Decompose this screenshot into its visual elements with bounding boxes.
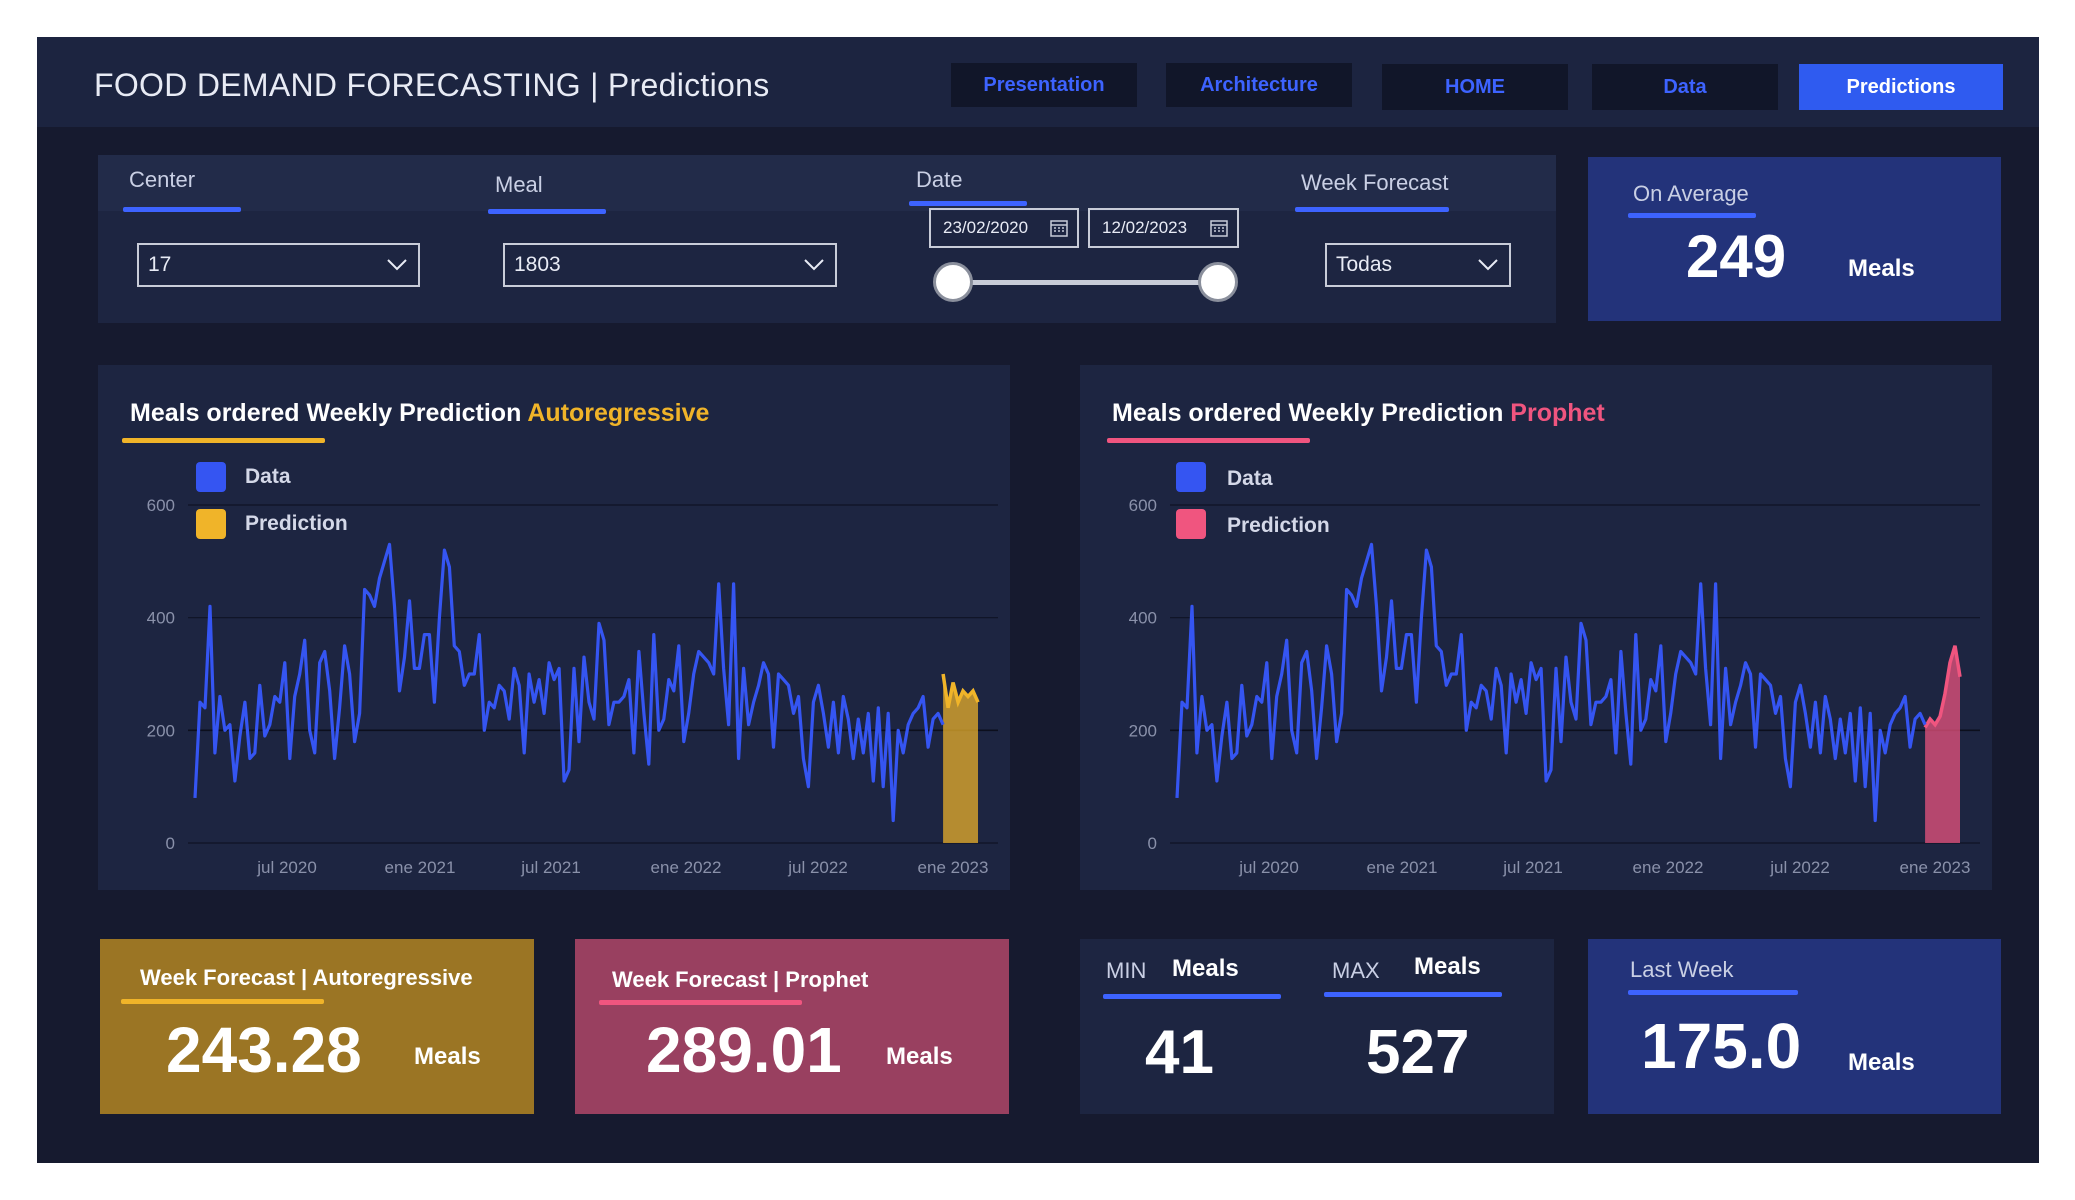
- y-tick-label: 600: [147, 496, 175, 515]
- center-select[interactable]: 17: [137, 243, 420, 287]
- meal-select-value: 1803: [514, 253, 561, 276]
- meal-filter-label: Meal: [495, 172, 543, 197]
- week-forecast-prophet-unit: Meals: [886, 1043, 953, 1070]
- x-tick-label: jul 2020: [256, 858, 317, 877]
- center-select-value: 17: [148, 253, 172, 276]
- end-date-value: 12/02/2023: [1102, 218, 1188, 237]
- week-forecast-ar-value: 243.28: [166, 1014, 362, 1086]
- x-tick-label: ene 2023: [1900, 858, 1971, 877]
- min-value: 41: [1145, 1018, 1214, 1087]
- y-tick-label: 400: [147, 609, 175, 628]
- center-underline: [123, 207, 241, 212]
- on-average-card: On Average 249 Meals: [1588, 157, 2001, 321]
- prophet-chart-panel: Meals ordered Weekly Prediction Prophet …: [1080, 365, 1992, 890]
- y-tick-label: 400: [1129, 609, 1157, 628]
- calendar-icon: [1210, 220, 1228, 237]
- last-week-unit: Meals: [1848, 1049, 1915, 1076]
- start-date-input[interactable]: 23/02/2020: [929, 208, 1079, 248]
- chevron-down-icon: [804, 259, 824, 271]
- week-forecast-filter-label: Week Forecast: [1301, 170, 1449, 195]
- header-bar: FOOD DEMAND FORECASTING | Predictions Pr…: [37, 37, 2039, 127]
- week-forecast-prophet-value: 289.01: [646, 1014, 842, 1086]
- on-average-label: On Average: [1633, 181, 1749, 206]
- max-value: 527: [1366, 1018, 1470, 1087]
- min-underline: [1103, 994, 1281, 999]
- nav-data-button[interactable]: Data: [1592, 64, 1778, 110]
- nav-predictions-button[interactable]: Predictions: [1799, 64, 2003, 110]
- max-underline: [1324, 992, 1502, 997]
- data-line: [1175, 542, 1927, 823]
- autoregressive-chart-panel: Meals ordered Weekly Prediction Autoregr…: [98, 365, 1010, 890]
- ar-line-chart: 0 200 400 600 jul 2020 ene 2021 jul 2021 ene 20…: [147, 496, 998, 890]
- x-tick-label: ene 2021: [1367, 858, 1438, 877]
- max-label: MAX: [1332, 958, 1380, 983]
- date-filter-label: Date: [916, 167, 963, 192]
- week-forecast-underline: [1295, 207, 1449, 212]
- chevron-down-icon: [387, 259, 407, 271]
- last-week-value: 175.0: [1641, 1010, 1802, 1082]
- x-tick-label: jul 2021: [520, 858, 581, 877]
- prophet-line-chart: 0 200 400 600 jul 2020 ene 2021 jul 2021 ene 20…: [1129, 496, 1980, 890]
- date-range-start-handle[interactable]: [933, 262, 973, 302]
- x-tick-label: ene 2023: [918, 858, 989, 877]
- on-average-underline: [1628, 213, 1756, 218]
- week-forecast-prophet-title: Week Forecast | Prophet: [612, 967, 869, 992]
- date-range-slider-track[interactable]: [955, 280, 1220, 285]
- x-tick-label: ene 2021: [385, 858, 456, 877]
- y-tick-label: 200: [1129, 721, 1157, 740]
- week-forecast-prophet-card: Week Forecast | Prophet 289.01 Meals: [575, 939, 1009, 1114]
- week-forecast-prophet-underline: [599, 1000, 802, 1005]
- y-tick-label: 200: [147, 721, 175, 740]
- min-label: MIN: [1106, 958, 1147, 983]
- date-range-end-handle[interactable]: [1198, 262, 1238, 302]
- on-average-unit: Meals: [1848, 255, 1915, 282]
- week-forecast-select[interactable]: Todas: [1325, 243, 1511, 287]
- nav-architecture-button[interactable]: Architecture: [1166, 63, 1352, 107]
- dashboard-frame: FOOD DEMAND FORECASTING | Predictions Pr…: [37, 37, 2039, 1163]
- y-tick-label: 0: [1148, 834, 1157, 853]
- on-average-value: 249: [1686, 223, 1787, 290]
- x-axis-title: Year: [566, 887, 602, 890]
- data-line: [193, 542, 945, 823]
- meal-select[interactable]: 1803: [503, 243, 837, 287]
- min-unit: Meals: [1172, 955, 1239, 982]
- y-tick-label: 0: [166, 834, 175, 853]
- x-tick-label: jul 2022: [1769, 858, 1830, 877]
- week-forecast-select-value: Todas: [1336, 253, 1393, 276]
- page-title: FOOD DEMAND FORECASTING | Predictions: [94, 67, 770, 103]
- max-unit: Meals: [1414, 953, 1481, 980]
- last-week-label: Last Week: [1630, 957, 1734, 982]
- week-forecast-ar-card: Week Forecast | Autoregressive 243.28 Me…: [100, 939, 534, 1114]
- start-date-value: 23/02/2020: [943, 218, 1029, 237]
- x-tick-label: jul 2022: [787, 858, 848, 877]
- chevron-down-icon: [1478, 259, 1498, 271]
- nav-home-button[interactable]: HOME: [1382, 64, 1568, 110]
- min-max-card: MIN Meals MAX Meals 41 527: [1080, 939, 1554, 1114]
- x-axis-title: Year: [1548, 887, 1584, 890]
- x-tick-label: ene 2022: [1633, 858, 1704, 877]
- calendar-icon: [1050, 220, 1068, 237]
- y-tick-label: 600: [1129, 496, 1157, 515]
- date-underline: [909, 201, 1027, 206]
- end-date-input[interactable]: 12/02/2023: [1088, 208, 1239, 248]
- last-week-card: Last Week 175.0 Meals: [1588, 939, 2001, 1114]
- center-filter-label: Center: [129, 167, 196, 192]
- x-tick-label: jul 2021: [1502, 858, 1563, 877]
- last-week-underline: [1628, 990, 1798, 995]
- week-forecast-ar-title: Week Forecast | Autoregressive: [140, 965, 473, 990]
- week-forecast-ar-unit: Meals: [414, 1043, 481, 1070]
- nav-presentation-button[interactable]: Presentation: [951, 63, 1137, 107]
- meal-underline: [488, 209, 606, 214]
- prediction-area: [1925, 645, 1960, 843]
- week-forecast-ar-underline: [121, 999, 324, 1004]
- x-tick-label: jul 2020: [1238, 858, 1299, 877]
- x-tick-label: ene 2022: [651, 858, 722, 877]
